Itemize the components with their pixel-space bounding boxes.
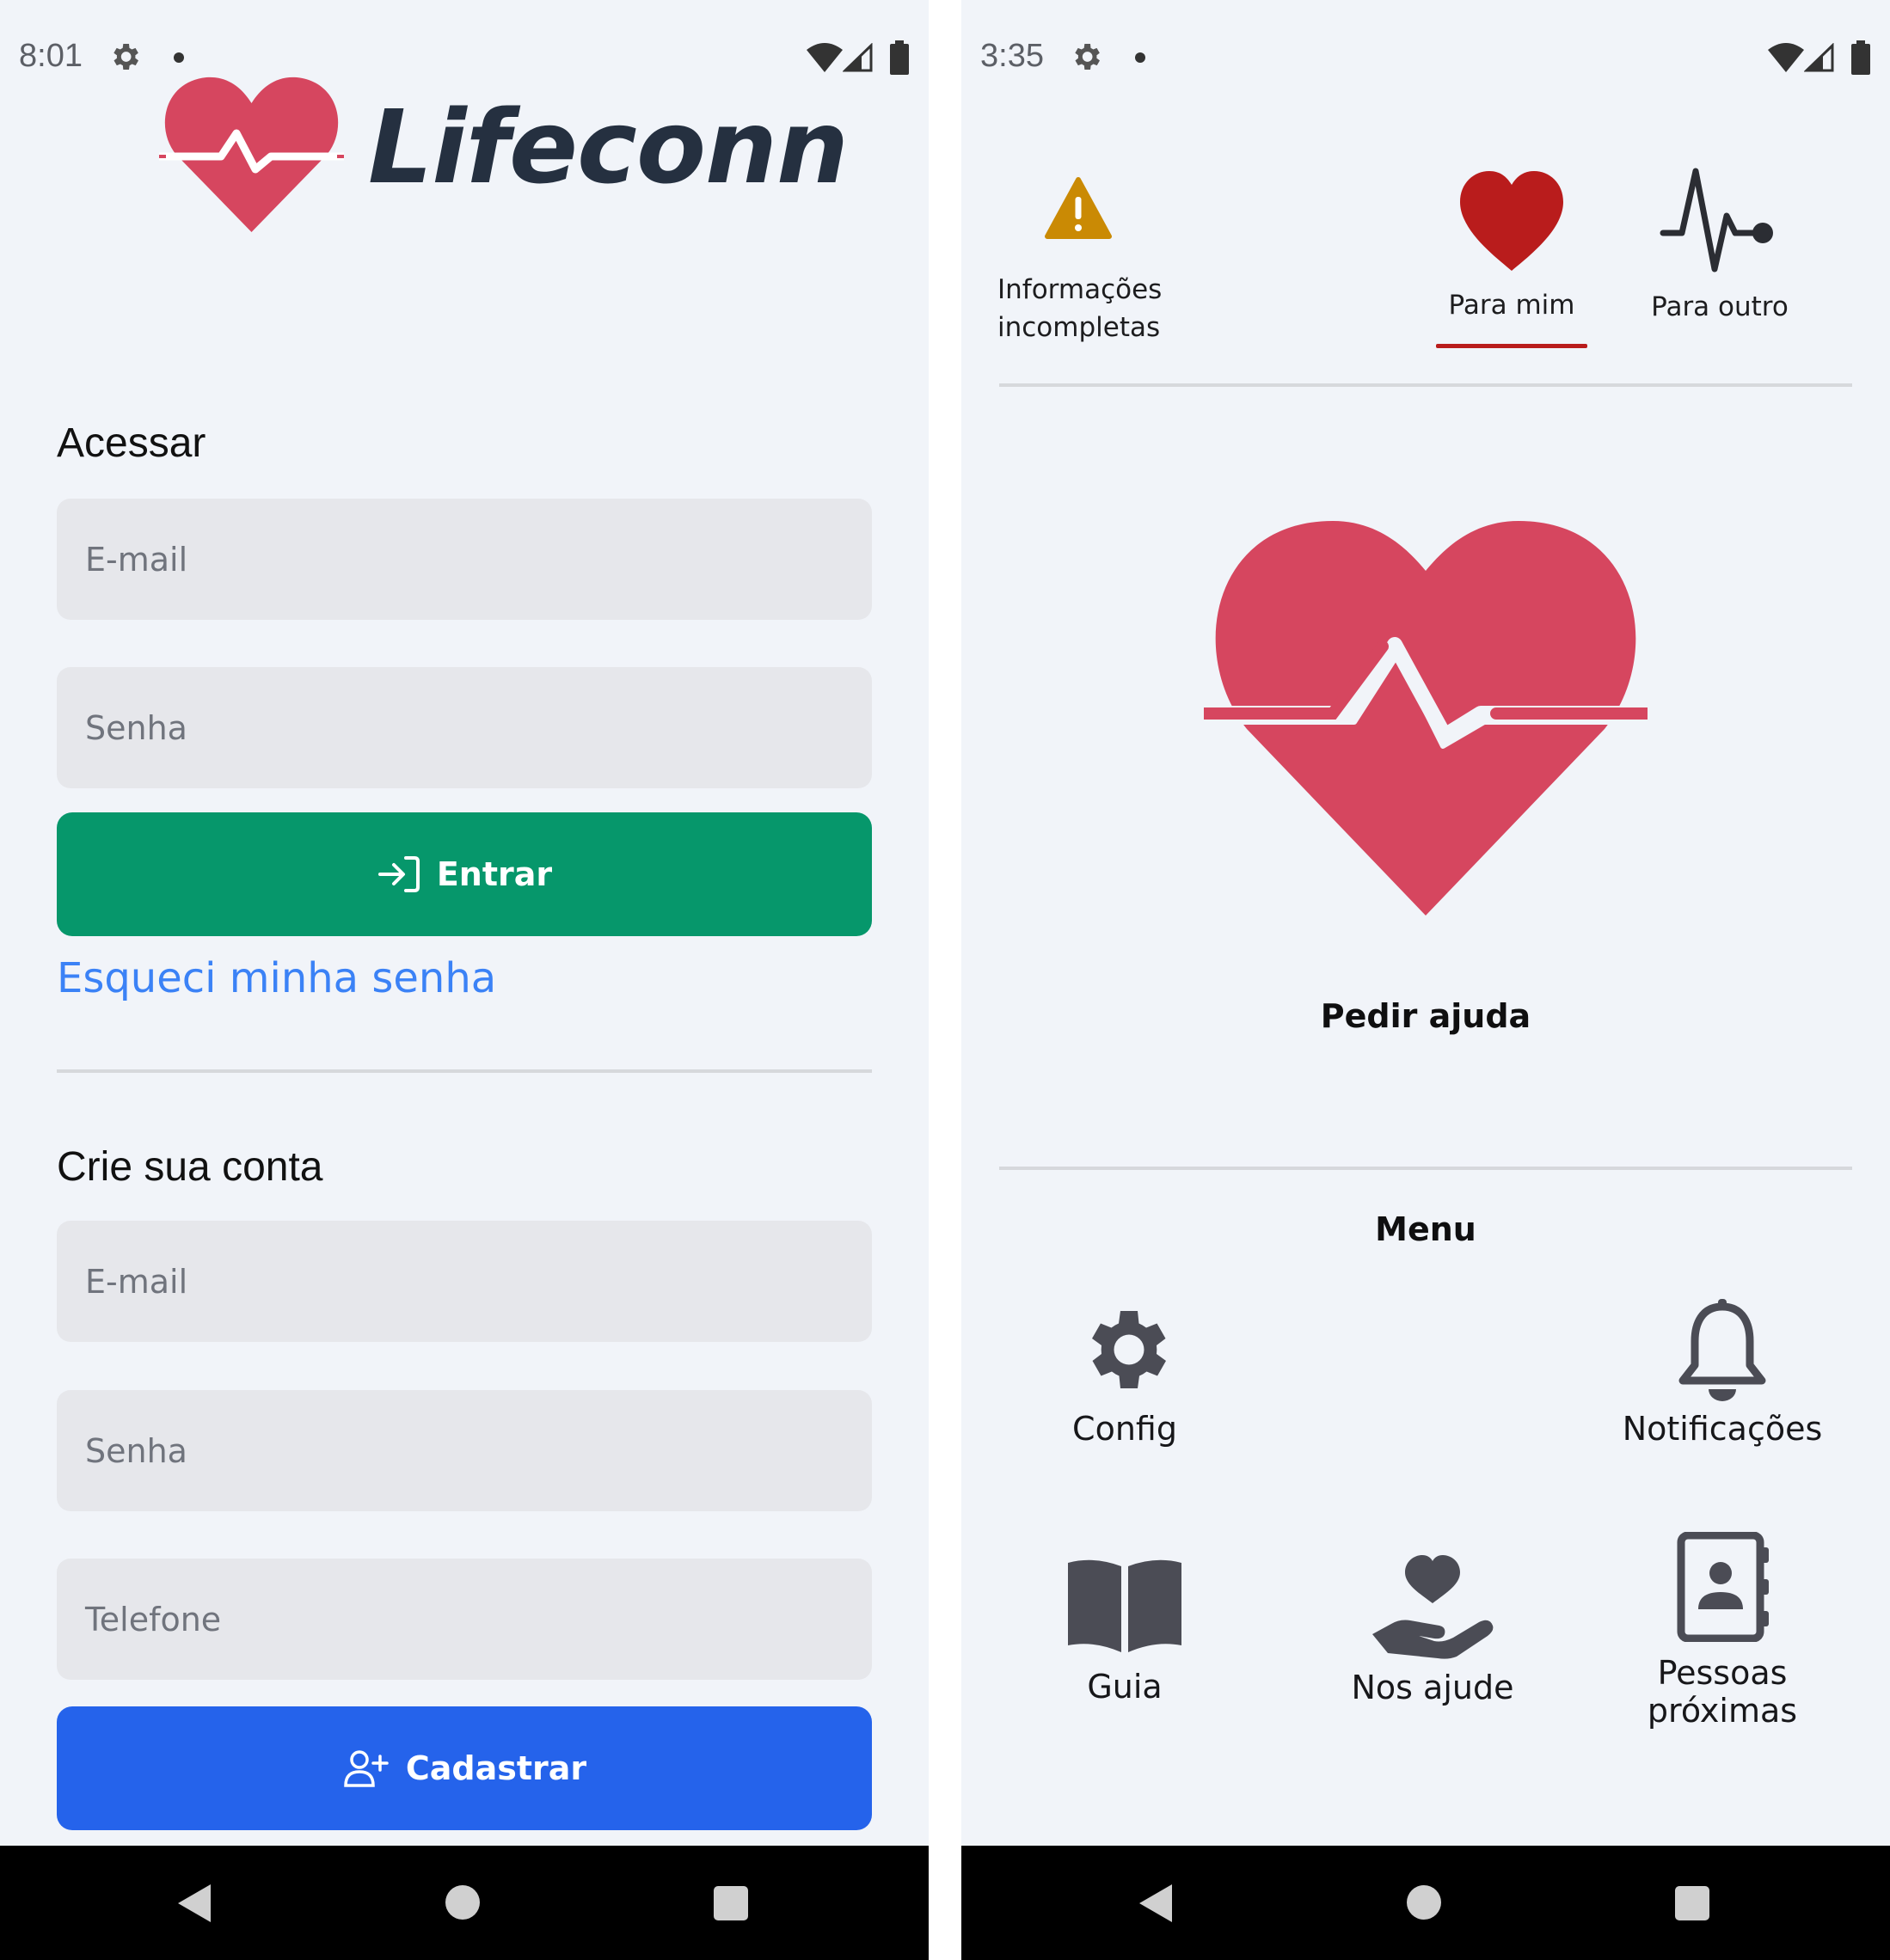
gear-icon (1092, 1311, 1166, 1388)
login-email-placeholder: E-mail (85, 540, 188, 579)
hand-heart-icon (1372, 1555, 1494, 1659)
login-password-input[interactable]: Senha (57, 667, 872, 788)
signup-password-placeholder: Senha (85, 1431, 187, 1470)
tab-incomplete-info[interactable]: Informações incompletas (997, 176, 1163, 346)
tab-for-other-label: Para outro (1651, 291, 1789, 322)
signup-button-label: Cadastrar (405, 1749, 587, 1787)
active-tab-indicator (1436, 344, 1587, 348)
tab-incomplete-info-label: Informações incompletas (997, 274, 1163, 343)
tabs-divider (999, 383, 1852, 387)
signup-password-input[interactable]: Senha (57, 1390, 872, 1511)
tab-for-other[interactable]: Para outro (1634, 168, 1806, 322)
menu-item-config-label: Config (1072, 1410, 1177, 1448)
menu-item-config[interactable]: Config (1022, 1298, 1228, 1448)
menu-item-notifications-label: Notificações (1622, 1410, 1823, 1448)
heart-icon (1460, 171, 1563, 271)
battery-icon (890, 40, 909, 75)
menu-item-nearby-people[interactable]: Pessoas próximas (1628, 1532, 1817, 1730)
nav-back-icon[interactable] (176, 1884, 211, 1922)
user-plus-icon (344, 1750, 389, 1787)
signal-icon (843, 43, 873, 72)
help-heart-pulse-icon[interactable] (1204, 516, 1648, 920)
notification-dot-icon (1135, 52, 1145, 63)
signal-icon (1804, 43, 1834, 72)
status-bar: 3:35 (961, 0, 1890, 115)
signup-email-placeholder: E-mail (85, 1262, 188, 1301)
nav-home-icon[interactable] (1407, 1885, 1441, 1920)
menu-item-notifications[interactable]: Notificações (1615, 1298, 1830, 1448)
signup-button[interactable]: Cadastrar (57, 1706, 872, 1830)
tab-for-me[interactable]: Para mim (1430, 169, 1593, 321)
login-title: Acessar (57, 420, 206, 466)
contacts-icon (1677, 1532, 1769, 1642)
nav-home-icon[interactable] (445, 1885, 480, 1920)
bell-icon (1678, 1299, 1766, 1401)
signup-phone-input[interactable]: Telefone (57, 1559, 872, 1680)
menu-item-help-us-label: Nos ajude (1351, 1669, 1514, 1706)
signup-title: Crie sua conta (57, 1144, 323, 1190)
login-icon (377, 856, 420, 892)
menu-item-help-us[interactable]: Nos ajude (1316, 1552, 1549, 1706)
login-button[interactable]: Entrar (57, 812, 872, 936)
tab-for-me-label: Para mim (1448, 290, 1575, 321)
pulse-icon (1660, 168, 1773, 273)
login-screen: 8:01 Lifeconn Acessar E-mail Senha Entra… (0, 0, 929, 1960)
home-screen: 3:35 Informações incompletas Para mim Pa… (961, 0, 1890, 1960)
menu-title: Menu (1375, 1210, 1476, 1248)
section-divider (57, 1069, 872, 1073)
book-icon (1068, 1559, 1181, 1652)
nav-recents-icon[interactable] (1675, 1886, 1709, 1920)
help-label: Pedir ajuda (1320, 997, 1531, 1035)
status-time: 3:35 (980, 38, 1044, 74)
wifi-icon (807, 43, 843, 72)
gear-icon (1075, 44, 1100, 70)
menu-item-guide[interactable]: Guia (1022, 1556, 1228, 1706)
nav-recents-icon[interactable] (714, 1886, 748, 1920)
menu-item-guide-label: Guia (1087, 1668, 1163, 1706)
heart-pulse-icon (159, 77, 344, 233)
android-nav-bar (0, 1846, 929, 1960)
signup-email-input[interactable]: E-mail (57, 1221, 872, 1342)
login-button-label: Entrar (436, 855, 553, 893)
gear-icon (114, 44, 138, 70)
nav-back-icon[interactable] (1138, 1884, 1172, 1922)
signup-phone-placeholder: Telefone (85, 1600, 222, 1638)
wifi-icon (1768, 43, 1804, 72)
status-time: 8:01 (19, 38, 83, 74)
menu-item-nearby-people-label: Pessoas próximas (1647, 1654, 1798, 1730)
battery-icon (1851, 40, 1870, 75)
login-password-placeholder: Senha (85, 708, 187, 747)
menu-divider (999, 1167, 1852, 1170)
android-nav-bar (961, 1846, 1890, 1960)
warning-icon (1045, 177, 1112, 239)
app-logo-text: Lifeconn (368, 88, 849, 206)
forgot-password-link[interactable]: Esqueci minha senha (57, 954, 496, 1002)
login-email-input[interactable]: E-mail (57, 499, 872, 620)
notification-dot-icon (174, 52, 184, 63)
